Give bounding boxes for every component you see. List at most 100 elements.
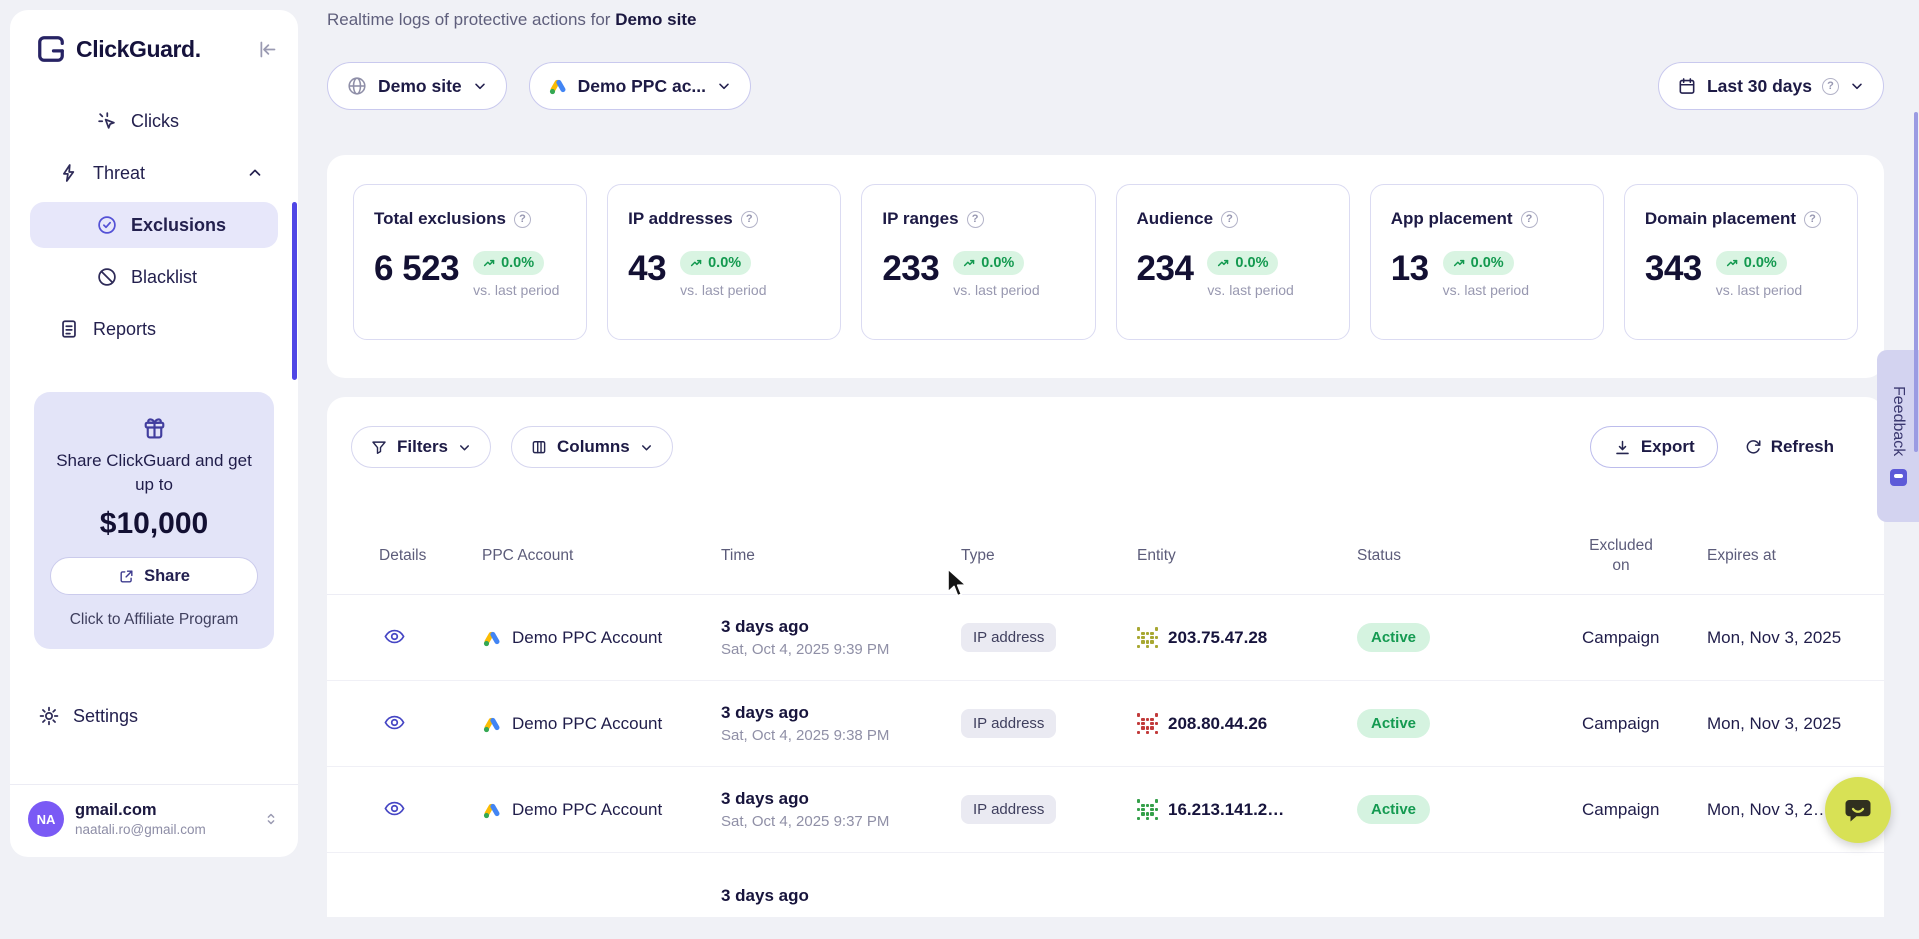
sidebar-item-clicks[interactable]: Clicks: [30, 98, 278, 144]
prohibition-icon: [96, 266, 118, 288]
details-eye-icon[interactable]: [379, 709, 410, 736]
funnel-icon: [370, 438, 388, 456]
type-badge: IP address: [961, 795, 1056, 824]
chat-launcher-button[interactable]: [1825, 777, 1891, 843]
entity-ip: 203.75.47.28: [1168, 628, 1267, 648]
chevron-down-icon: [639, 440, 654, 455]
columns-button[interactable]: Columns: [511, 426, 673, 468]
status-badge: Active: [1357, 795, 1430, 824]
chevron-down-icon: [716, 78, 732, 94]
ip-identicon: [1137, 799, 1158, 820]
help-icon[interactable]: [514, 211, 531, 228]
columns-icon: [530, 438, 548, 456]
sidebar-item-label: Blacklist: [131, 267, 197, 288]
sidebar-item-label: Exclusions: [131, 215, 226, 236]
chat-bubble-icon: [1843, 795, 1873, 825]
chevron-down-icon: [1849, 78, 1865, 94]
export-button[interactable]: Export: [1590, 426, 1718, 468]
table-row: Demo PPC Account 3 days ago Sat, Oct 4, …: [327, 767, 1884, 853]
sidebar-item-settings[interactable]: Settings: [10, 705, 298, 727]
refresh-button[interactable]: Refresh: [1738, 426, 1840, 468]
ppc-account-selector[interactable]: Demo PPC ac...: [529, 62, 751, 110]
filters-button[interactable]: Filters: [351, 426, 491, 468]
trend-up-icon: [690, 257, 703, 270]
gift-icon: [50, 414, 258, 441]
sidebar-scrollbar-thumb[interactable]: [292, 202, 297, 380]
help-icon[interactable]: [1221, 211, 1238, 228]
stat-label: Total exclusions: [374, 209, 506, 229]
status-badge: Active: [1357, 709, 1430, 738]
time-full: Sat, Oct 4, 2025 9:37 PM: [721, 813, 961, 830]
help-icon[interactable]: [741, 211, 758, 228]
export-button-label: Export: [1641, 437, 1695, 457]
ip-identicon: [1137, 713, 1158, 734]
stat-label: Domain placement: [1645, 209, 1796, 229]
sidebar-nav: Clicks Threat Exclusions: [10, 98, 298, 352]
download-icon: [1613, 438, 1632, 457]
entity-ip: 208.80.44.26: [1168, 714, 1267, 734]
stat-note: vs. last period: [1207, 282, 1293, 298]
feedback-tab[interactable]: Feedback: [1877, 350, 1919, 522]
google-ads-icon: [482, 714, 502, 734]
external-link-icon: [118, 568, 135, 585]
feedback-widget-icon: [1890, 469, 1907, 486]
help-icon[interactable]: [1822, 78, 1839, 95]
collapse-sidebar-icon[interactable]: [257, 39, 278, 60]
details-eye-icon[interactable]: [379, 623, 410, 650]
column-header-type: Type: [961, 547, 1137, 565]
stat-note: vs. last period: [680, 282, 766, 298]
sidebar-item-reports[interactable]: Reports: [30, 306, 278, 352]
help-icon[interactable]: [1804, 211, 1821, 228]
time-relative: 3 days ago: [721, 617, 961, 637]
table-row: Demo PPC Account 3 days ago Sat, Oct 4, …: [327, 595, 1884, 681]
table-row-partial: 3 days ago: [327, 853, 1884, 939]
sidebar-item-blacklist[interactable]: Blacklist: [30, 254, 278, 300]
entity-ip: 16.213.141.2…: [1168, 800, 1284, 820]
share-button[interactable]: Share: [50, 557, 258, 595]
stat-card-app-placement: App placement 13 0.0% vs. last period: [1370, 184, 1604, 340]
shield-check-icon: [96, 214, 118, 236]
promo-amount: $10,000: [50, 507, 258, 541]
stat-delta: 0.0%: [981, 255, 1014, 271]
column-header-details: Details: [379, 547, 482, 565]
filter-row: Demo site Demo PPC ac...: [327, 62, 1884, 110]
table-row: Demo PPC Account 3 days ago Sat, Oct 4, …: [327, 681, 1884, 767]
exclusions-table-panel: Filters Columns Export: [327, 397, 1884, 917]
logo-text: ClickGuard.: [76, 36, 257, 63]
document-icon: [58, 318, 80, 340]
column-header-entity: Entity: [1137, 547, 1357, 565]
stat-note: vs. last period: [1716, 282, 1802, 298]
sidebar-item-threat[interactable]: Threat: [30, 150, 278, 196]
stat-label: App placement: [1391, 209, 1513, 229]
help-icon[interactable]: [1521, 211, 1538, 228]
columns-button-label: Columns: [557, 437, 630, 457]
details-eye-icon[interactable]: [379, 795, 410, 822]
refresh-button-label: Refresh: [1771, 437, 1834, 457]
google-ads-icon: [482, 628, 502, 648]
sidebar-item-exclusions[interactable]: Exclusions: [30, 202, 278, 248]
expires-at: Mon, Nov 3, 2025: [1707, 714, 1860, 734]
stat-value: 234: [1137, 251, 1194, 288]
google-ads-icon: [548, 76, 568, 96]
lightning-icon: [58, 162, 80, 184]
page-scrollbar-thumb[interactable]: [1914, 112, 1918, 452]
expires-at: Mon, Nov 3, 2025: [1707, 628, 1860, 648]
stat-value: 343: [1645, 251, 1702, 288]
column-header-time: Time: [721, 547, 961, 565]
calendar-icon: [1677, 76, 1697, 96]
help-icon[interactable]: [967, 211, 984, 228]
chevron-down-icon: [472, 78, 488, 94]
site-selector[interactable]: Demo site: [327, 62, 507, 110]
time-full: Sat, Oct 4, 2025 9:39 PM: [721, 641, 961, 658]
main-content: Realtime logs of protective actions for …: [327, 0, 1884, 917]
date-range-selector[interactable]: Last 30 days: [1658, 62, 1884, 110]
stats-panel: Total exclusions 6 523 0.0% vs. last per…: [327, 155, 1884, 378]
ppc-account-name: Demo PPC Account: [512, 714, 662, 734]
sidebar-item-label: Settings: [73, 706, 138, 727]
affiliate-program-link[interactable]: Click to Affiliate Program: [50, 611, 258, 629]
globe-icon: [346, 75, 368, 97]
type-badge: IP address: [961, 623, 1056, 652]
ppc-account-name: Demo PPC Account: [512, 800, 662, 820]
chevron-up-icon: [246, 164, 264, 182]
account-switcher[interactable]: NA gmail.com naatali.ro@gmail.com: [10, 784, 298, 857]
